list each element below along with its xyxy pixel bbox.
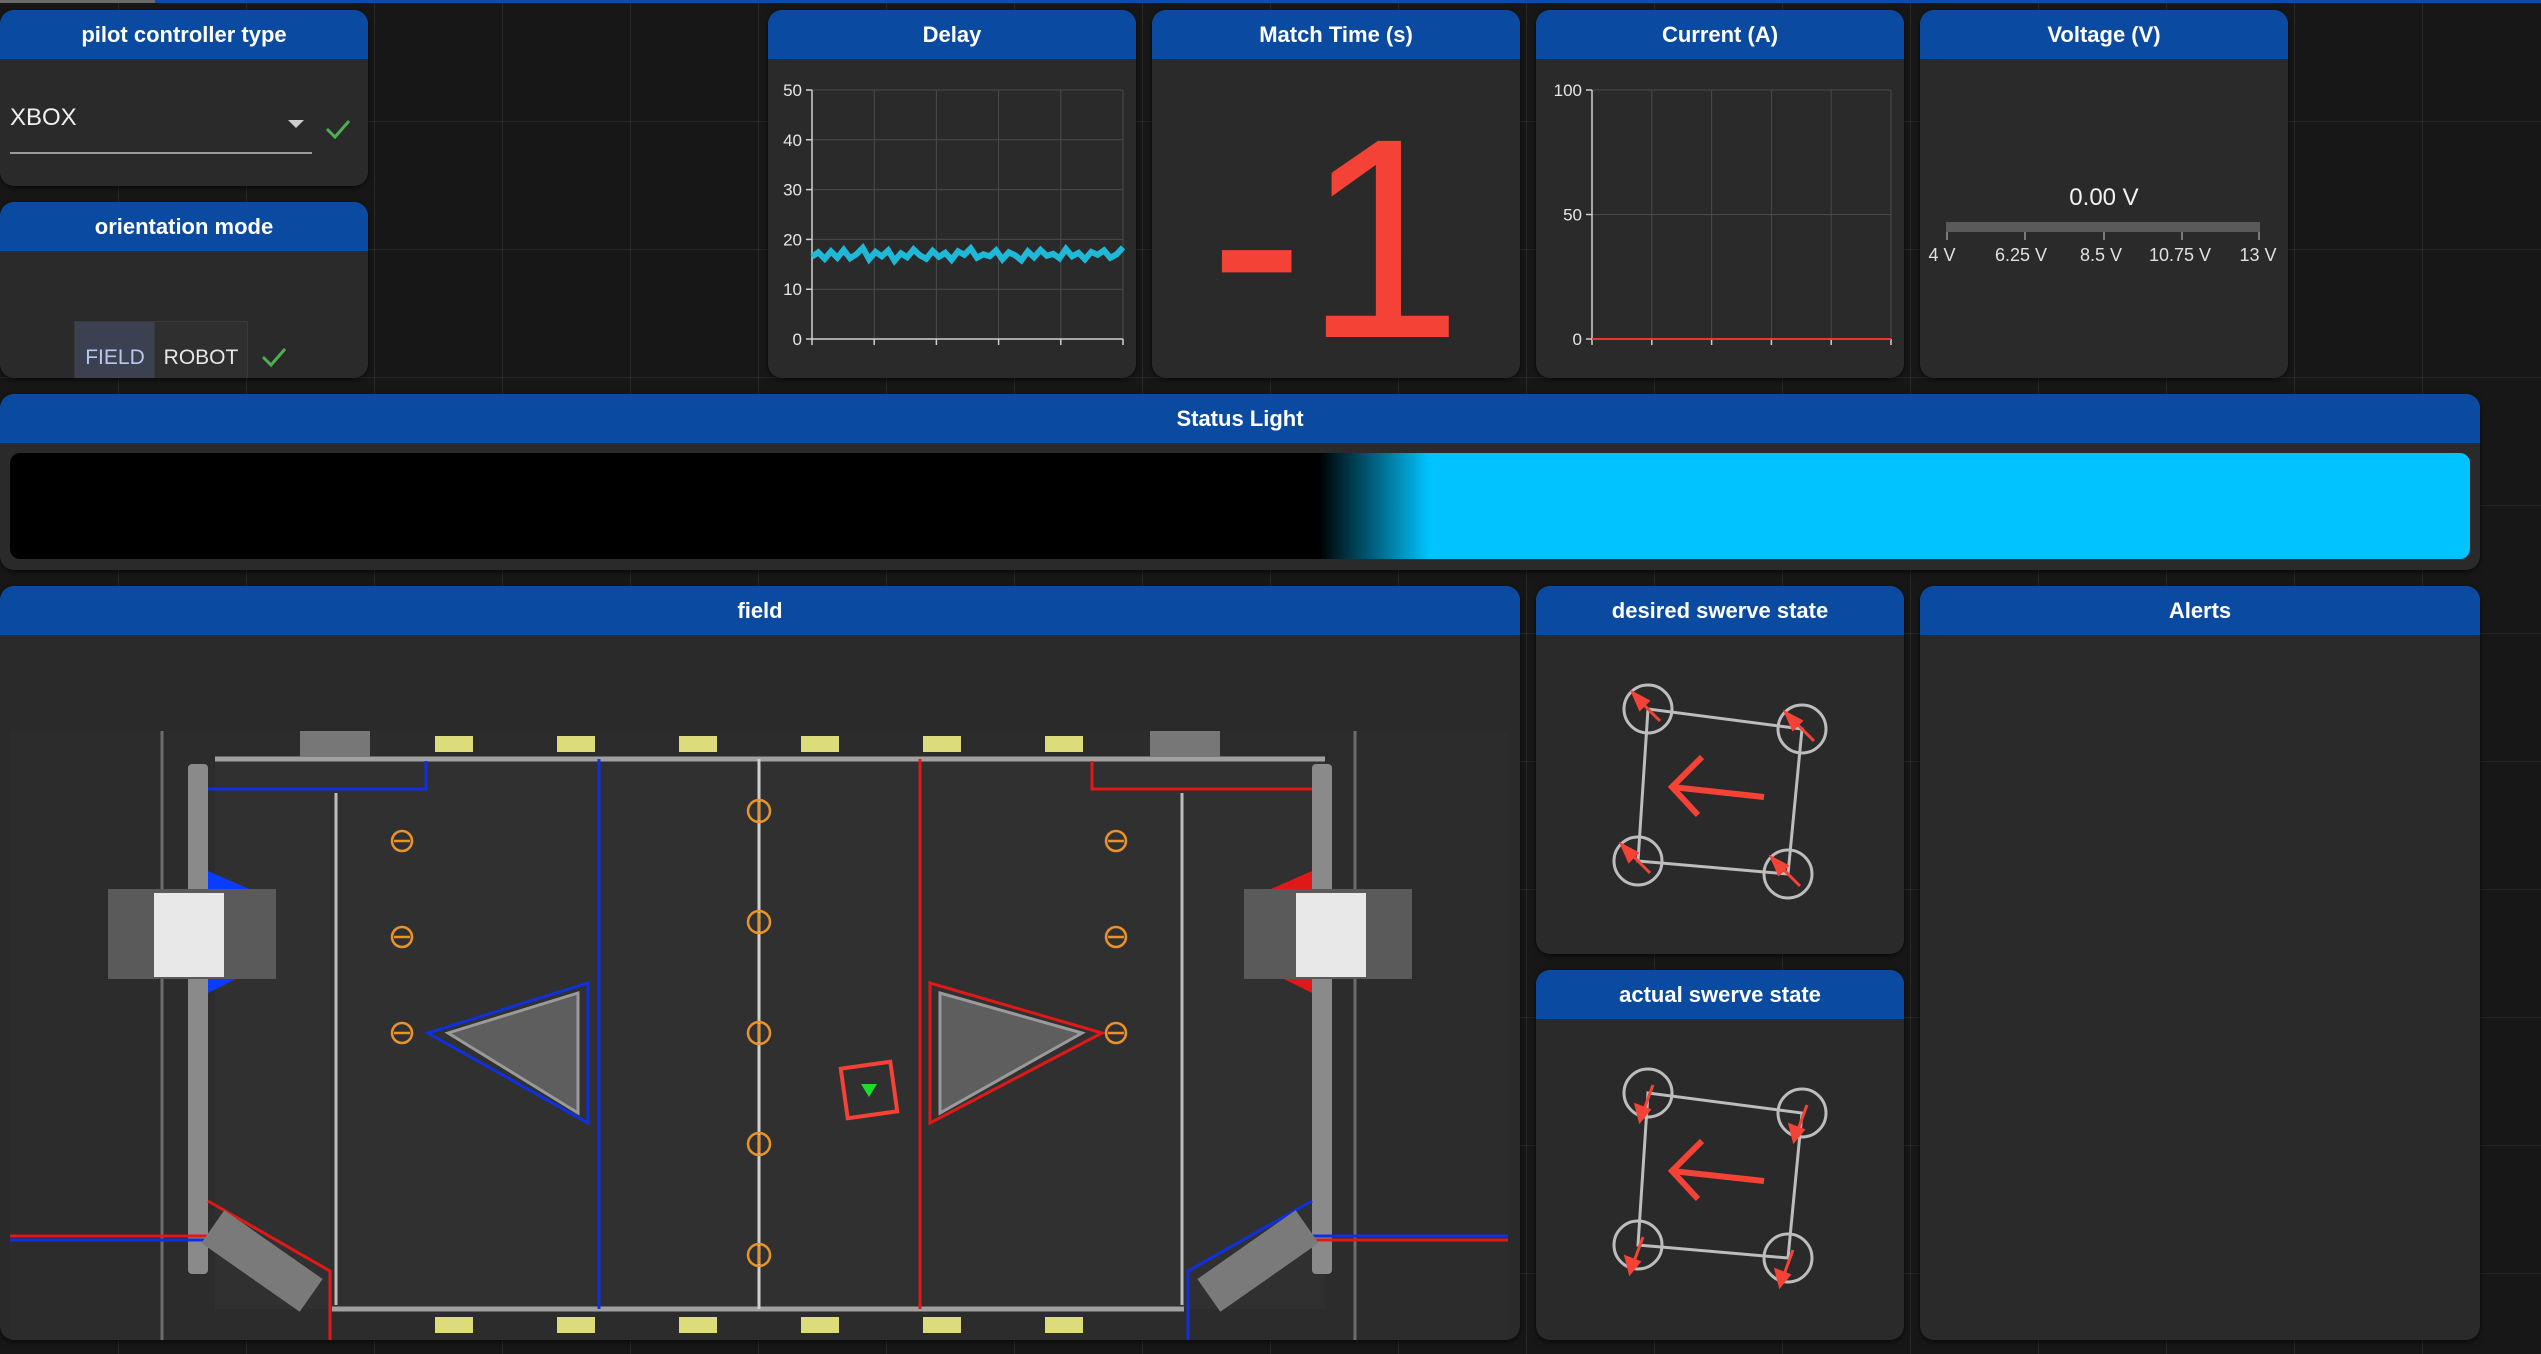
voltage-tick: [2024, 232, 2026, 240]
desired-swerve-diagram: [1612, 683, 1828, 900]
chassis-velocity-arrow: [1667, 1138, 1765, 1202]
match-time-card: Match Time (s) -1: [1152, 10, 1520, 378]
actual-swerve-title: actual swerve state: [1536, 970, 1904, 1019]
y-tick-label: 0: [1573, 330, 1582, 349]
voltage-tick: [2181, 232, 2183, 240]
pilot-controller-card: pilot controller type XBOX: [0, 10, 368, 186]
coral-station: [300, 731, 370, 757]
delay-chart: 50 40 30 20 10 0: [783, 81, 1126, 349]
alerts-list: [1920, 635, 2480, 1340]
chassis-velocity-arrow: [1667, 754, 1765, 818]
field-title: field: [0, 586, 1520, 635]
y-tick-label: 40: [783, 131, 802, 150]
actual-swerve-diagram: [1612, 1067, 1828, 1290]
active-tab-indicator[interactable]: [0, 0, 155, 3]
y-tick-label: 50: [1563, 206, 1582, 225]
checkmark-icon[interactable]: [260, 345, 288, 369]
dropdown-underline: [10, 152, 312, 154]
current-title: Current (A): [1536, 10, 1904, 59]
pilot-controller-title: pilot controller type: [0, 10, 368, 59]
alerts-title: Alerts: [1920, 586, 2480, 635]
delay-card: Delay 50 40 30 20 10 0: [768, 10, 1136, 378]
top-border: [0, 0, 2541, 3]
voltage-tick-label: 10.75 V: [2148, 245, 2212, 265]
voltage-tick-label: 6.25 V: [1994, 245, 2048, 265]
field-wall-right: [1312, 764, 1332, 1274]
match-time-title: Match Time (s): [1152, 10, 1520, 59]
voltage-tick: [2258, 232, 2260, 240]
checkmark-icon[interactable]: [324, 117, 352, 141]
voltage-tick-label: 13 V: [2239, 245, 2277, 265]
voltage-bar: [1946, 222, 2260, 232]
coral-station: [1150, 731, 1220, 757]
delay-title: Delay: [768, 10, 1136, 59]
actual-swerve-card: actual swerve state: [1536, 970, 1904, 1340]
orientation-robot-option[interactable]: ROBOT: [154, 321, 248, 378]
voltage-tick-label: 4 V: [1928, 245, 1956, 265]
status-light-card: Status Light: [0, 394, 2480, 570]
y-tick-label: 20: [783, 230, 802, 249]
voltage-value: 0.00 V: [2069, 184, 2139, 211]
voltage-tick: [2103, 232, 2105, 240]
alerts-card: Alerts: [1920, 586, 2480, 1340]
y-tick-label: 10: [783, 280, 802, 299]
desired-swerve-title: desired swerve state: [1536, 586, 1904, 635]
field-wall-left: [188, 764, 208, 1274]
orientation-field-option[interactable]: FIELD: [74, 321, 156, 378]
chevron-down-icon[interactable]: [288, 120, 304, 128]
series-line: [810, 242, 1126, 266]
field-card: field: [0, 586, 1520, 1340]
field-map: [10, 731, 1508, 1340]
voltage-tick-label: 8.5 V: [2079, 245, 2123, 265]
match-time-value: -1: [1209, 80, 1463, 378]
controller-type-value: XBOX: [10, 104, 77, 131]
status-light-title: Status Light: [0, 394, 2480, 443]
orientation-mode-title: orientation mode: [0, 202, 368, 251]
y-tick-label: 100: [1554, 81, 1582, 100]
status-light-bar: [10, 453, 2470, 559]
desired-swerve-card: desired swerve state: [1536, 586, 1904, 954]
y-tick-label: 30: [783, 181, 802, 200]
voltage-tick: [1946, 232, 1948, 240]
y-tick-label: 50: [783, 81, 802, 100]
voltage-title: Voltage (V): [1920, 10, 2288, 59]
current-card: Current (A) 100 50 0: [1536, 10, 1904, 378]
current-chart: 100 50 0: [1554, 81, 1892, 349]
y-tick-label: 0: [793, 330, 802, 349]
voltage-card: Voltage (V) 0.00 V 4 V 6.25 V 8.5 V 10.7…: [1920, 10, 2288, 378]
orientation-mode-card: orientation mode FIELD ROBOT: [0, 202, 368, 378]
